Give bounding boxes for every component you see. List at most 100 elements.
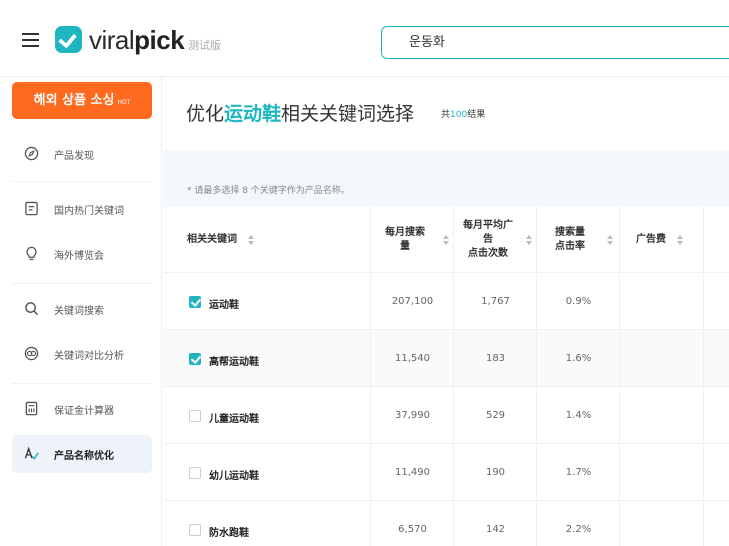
table-row[interactable]: 幼儿运动鞋 11,490 190 1.7% xyxy=(163,444,729,501)
keyword-cell: 高帮运动鞋 xyxy=(163,330,371,386)
notice-bar: * 请最多选择 8 个关键字作为产品名称。 xyxy=(163,150,729,207)
sidebar-item-deposit-calculator[interactable]: 保证金计算器 xyxy=(12,390,152,428)
clicks-cell: 142 xyxy=(454,501,537,546)
clicks-value: 529 xyxy=(485,410,506,421)
row-checkbox[interactable] xyxy=(189,410,201,422)
row-checkbox[interactable] xyxy=(189,353,201,365)
column-header-ad-cost[interactable]: 广告费 xyxy=(620,207,704,272)
search-icon xyxy=(25,302,39,316)
sidebar-item-label: 关键词对比分析 xyxy=(54,351,124,362)
column-header-label: 搜索量 点击率 xyxy=(537,226,603,254)
keyword-text: 运动鞋 xyxy=(209,300,239,311)
count-value: 100 xyxy=(450,110,468,120)
column-header-label: 相关关键词 xyxy=(187,234,237,245)
sidebar-item-product-name-optimize[interactable]: 产品名称优化 xyxy=(12,435,152,473)
ctr-value: 0.9% xyxy=(565,296,592,307)
sidebar-item-overseas-expo[interactable]: 海外博览会 xyxy=(12,235,152,273)
column-header-monthly-searches[interactable]: 每月搜索量 xyxy=(371,207,454,272)
column-header-label: 每月平均广告点击次数 xyxy=(454,219,522,261)
column-header-label: 广告费 xyxy=(636,234,666,245)
keyword-cell: 防水跑鞋 xyxy=(163,501,371,546)
sort-icon[interactable] xyxy=(526,235,532,245)
searches-value: 11,540 xyxy=(395,353,430,364)
column-header-label: 每月搜索量 xyxy=(371,226,439,254)
calculator-icon xyxy=(25,401,38,416)
keyword-cell: 幼儿运动鞋 xyxy=(163,444,371,500)
keyword-text: 防水跑鞋 xyxy=(209,528,249,539)
hot-badge: HOT xyxy=(117,99,131,106)
clicks-value: 1,767 xyxy=(481,296,510,307)
sidebar-item-domestic-keywords[interactable]: 国内热门关键词 xyxy=(12,190,152,228)
compass-icon xyxy=(24,146,39,161)
app-logo[interactable]: viralpick xyxy=(89,25,185,56)
searches-cell: 6,570 xyxy=(371,501,454,546)
clicks-value: 142 xyxy=(485,524,506,535)
sort-icon[interactable] xyxy=(677,235,683,245)
sort-icon[interactable] xyxy=(607,235,613,245)
row-checkbox[interactable] xyxy=(189,524,201,536)
row-checkbox[interactable] xyxy=(189,296,201,308)
table-row[interactable]: 运动鞋 207,100 1,767 0.9% xyxy=(163,273,729,330)
lightbulb-icon xyxy=(26,246,37,261)
viralpick-logo-icon[interactable] xyxy=(55,26,82,53)
clicks-cell: 190 xyxy=(454,444,537,500)
column-header-line: 点击次数 xyxy=(468,248,508,259)
column-header-line: 量 xyxy=(400,241,410,252)
search-input[interactable]: 운동화 xyxy=(381,26,729,59)
ad-cost-cell xyxy=(620,501,704,546)
column-header-ctr[interactable]: 搜索量 点击率 xyxy=(537,207,620,272)
searches-value: 6,570 xyxy=(398,524,427,535)
sort-icon[interactable] xyxy=(443,235,449,245)
table-row[interactable]: 防水跑鞋 6,570 142 2.2% xyxy=(163,501,729,546)
sidebar-item-product-discovery[interactable]: 产品发现 xyxy=(12,135,152,173)
top-header: viralpick 测试版 운동화 xyxy=(0,0,729,78)
sort-icon[interactable] xyxy=(248,235,254,245)
logo-text-bold: pick xyxy=(134,25,185,55)
clicks-cell: 183 xyxy=(454,330,537,386)
count-prefix: 共 xyxy=(441,110,451,120)
table-row[interactable]: 高帮运动鞋 11,540 183 1.6% xyxy=(163,330,729,387)
sidebar: 해외 상품 소싱 HOT 产品发现 国内热门关键词 海外博览会 关键词搜索 关键词… xyxy=(0,77,162,546)
clicks-value: 183 xyxy=(485,353,506,364)
compare-icon xyxy=(24,346,39,361)
column-header-line: 每月平均广 xyxy=(463,220,513,231)
sidebar-item-keyword-compare[interactable]: 关键词对比分析 xyxy=(12,335,152,373)
menu-icon[interactable] xyxy=(22,33,39,47)
clicks-cell: 529 xyxy=(454,387,537,443)
row-checkbox[interactable] xyxy=(189,467,201,479)
ctr-cell: 2.2% xyxy=(537,501,620,546)
sidebar-item-keyword-search[interactable]: 关键词搜索 xyxy=(12,290,152,328)
searches-cell: 207,100 xyxy=(371,273,454,329)
ctr-value: 1.4% xyxy=(565,410,592,421)
result-count: 共100结果 xyxy=(441,107,485,120)
ad-cost-cell xyxy=(620,273,704,329)
main-content: 优化运动鞋相关关键词选择 共100结果 * 请最多选择 8 个关键字作为产品名称… xyxy=(163,77,729,546)
ctr-cell: 1.6% xyxy=(537,330,620,386)
searches-cell: 11,540 xyxy=(371,330,454,386)
searches-value: 37,990 xyxy=(395,410,430,421)
keyword-text: 高帮运动鞋 xyxy=(209,357,259,368)
clicks-cell: 1,767 xyxy=(454,273,537,329)
overseas-sourcing-button[interactable]: 해외 상품 소싱 HOT xyxy=(12,82,152,119)
column-header-keyword[interactable]: 相关关键词 xyxy=(163,207,371,272)
column-header-monthly-ad-clicks[interactable]: 每月平均广告点击次数 xyxy=(454,207,537,272)
clicks-value: 190 xyxy=(485,467,506,478)
sidebar-divider xyxy=(12,181,152,182)
selection-notice: * 请最多选择 8 个关键字作为产品名称。 xyxy=(187,186,350,196)
column-header-line: 点击率 xyxy=(555,241,585,252)
title-suffix: 相关关键词选择 xyxy=(281,103,415,125)
sidebar-divider xyxy=(12,283,152,284)
keyword-cell: 儿童运动鞋 xyxy=(163,387,371,443)
column-header-line: 告 xyxy=(483,234,493,245)
table-header-row: 相关关键词 每月搜索量 每月平均广告点击次数 搜索量 点击率 广告费 xyxy=(163,207,729,273)
sidebar-item-label: 产品发现 xyxy=(54,151,94,162)
ad-cost-cell xyxy=(620,330,704,386)
keyword-text: 儿童运动鞋 xyxy=(209,414,259,425)
ctr-value: 1.6% xyxy=(565,353,592,364)
table-row[interactable]: 儿童运动鞋 37,990 529 1.4% xyxy=(163,387,729,444)
sidebar-item-label: 产品名称优化 xyxy=(54,451,114,462)
page-title: 优化运动鞋相关关键词选择 xyxy=(186,99,414,126)
sidebar-divider xyxy=(12,383,152,384)
keyword-text: 幼儿运动鞋 xyxy=(209,471,259,482)
sidebar-item-label: 海外博览会 xyxy=(54,251,104,262)
